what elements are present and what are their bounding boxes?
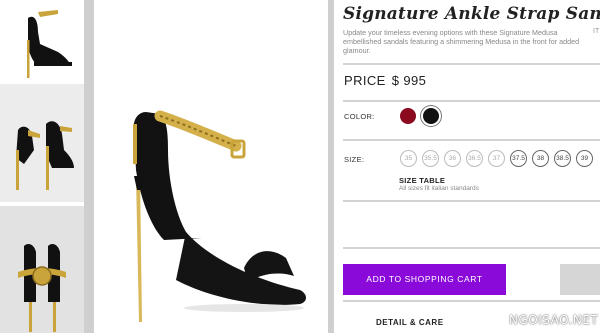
- divider: [343, 63, 600, 65]
- divider: [343, 200, 600, 202]
- watermark: NGOISAO.NET: [509, 313, 599, 327]
- size-option: 36.5: [466, 150, 483, 167]
- product-description: Update your timeless evening options wit…: [343, 28, 580, 55]
- divider: [343, 247, 600, 249]
- price: PRICE $ 995: [344, 73, 426, 88]
- product-main-image[interactable]: [94, 0, 328, 333]
- size-option[interactable]: 37.5: [510, 150, 527, 167]
- thumbnail-side-view[interactable]: [0, 0, 84, 82]
- size-option: 35: [400, 150, 417, 167]
- divider: [343, 100, 600, 102]
- price-value: $ 995: [391, 73, 427, 88]
- secondary-action-button[interactable]: [560, 264, 600, 295]
- size-option: 36: [444, 150, 461, 167]
- divider: [343, 139, 600, 141]
- size-option[interactable]: 38: [532, 150, 549, 167]
- color-swatch-burgundy[interactable]: [400, 108, 416, 124]
- product-details-panel: Signature Ankle Strap Sandals Update you…: [334, 0, 600, 333]
- thumbnail-divider: [84, 0, 94, 333]
- size-option: 35.5: [422, 150, 439, 167]
- add-to-cart-button[interactable]: ADD TO SHOPPING CART: [343, 264, 506, 295]
- description-overflow-text: IT: [593, 28, 600, 35]
- size-table-note: All sizes fit italian standards: [399, 185, 479, 192]
- color-swatch-black[interactable]: [423, 108, 439, 124]
- thumbnail-back-view[interactable]: [0, 206, 84, 333]
- size-label: SIZE:: [344, 155, 365, 164]
- detail-care-tab[interactable]: DETAIL & CARE: [376, 318, 444, 327]
- thumbnail-column: [0, 0, 84, 333]
- product-page: { "product": { "title": "Signature Ankle…: [0, 0, 600, 333]
- price-label: PRICE: [344, 73, 386, 88]
- size-option[interactable]: 39: [576, 150, 593, 167]
- size-table-link[interactable]: SIZE TABLE: [399, 176, 445, 185]
- product-title: Signature Ankle Strap Sandals: [343, 4, 600, 24]
- divider: [343, 300, 600, 302]
- size-option: 37: [488, 150, 505, 167]
- thumbnail-pair-view[interactable]: [0, 84, 84, 202]
- color-label: COLOR:: [344, 112, 375, 121]
- size-option[interactable]: 38.5: [554, 150, 571, 167]
